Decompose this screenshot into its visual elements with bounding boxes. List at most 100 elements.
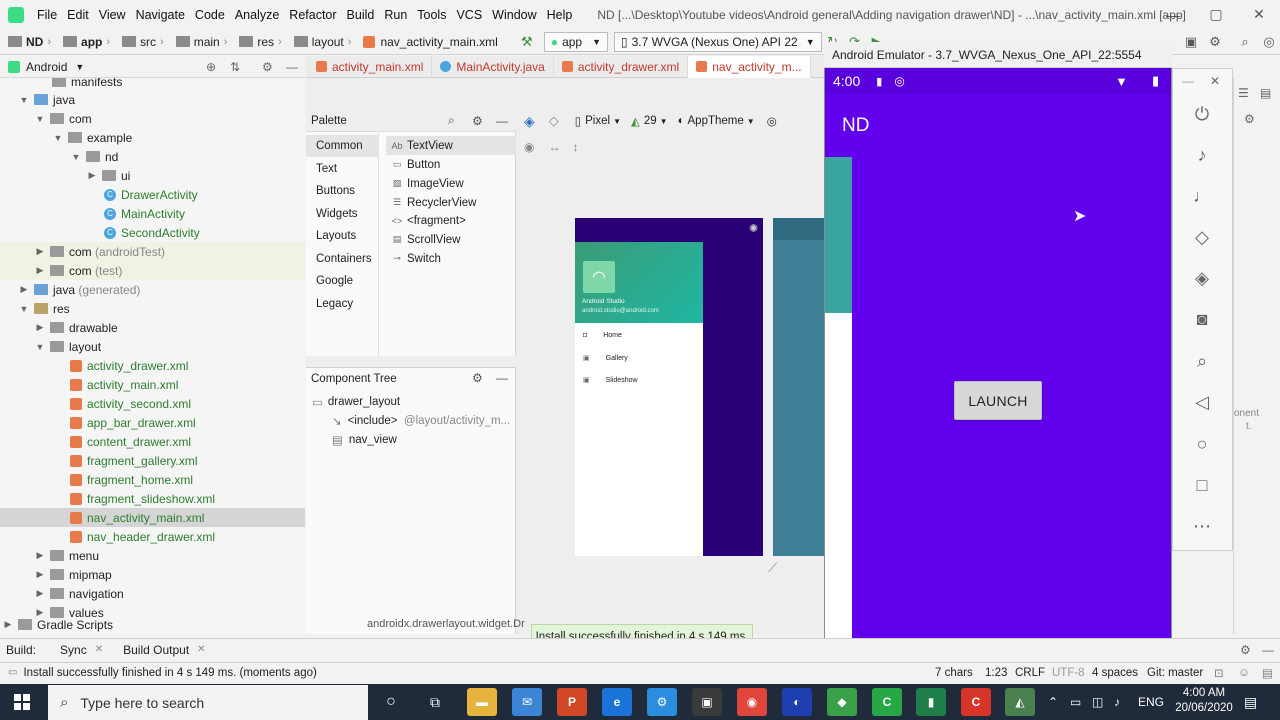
- tree-row-file[interactable]: activity_second.xml: [0, 394, 305, 413]
- build-output-tab[interactable]: Build Output: [117, 643, 195, 657]
- back-icon[interactable]: ◁: [1180, 384, 1224, 420]
- tree-row-gradle-scripts[interactable]: ▶ Gradle Scripts: [0, 615, 305, 634]
- tree-row-file[interactable]: nav_header_drawer.xml: [0, 527, 305, 546]
- chevron-down-icon[interactable]: ▼: [34, 342, 46, 352]
- tree-row-file[interactable]: activity_main.xml: [0, 375, 305, 394]
- sdk-manager-icon[interactable]: ▣: [1180, 31, 1202, 53]
- minimize-icon[interactable]: —: [1150, 0, 1196, 29]
- tree-row-example[interactable]: ▼ example: [0, 128, 305, 147]
- code-view-icon[interactable]: ☰: [1238, 86, 1249, 100]
- tree-row-navigation[interactable]: ▶ navigation: [0, 584, 305, 603]
- windows-start-icon[interactable]: [14, 694, 30, 710]
- tree-row-file[interactable]: activity_drawer.xml: [0, 356, 305, 375]
- chevron-right-icon[interactable]: ▶: [86, 170, 98, 181]
- expand-horizontal-icon[interactable]: ↔: [548, 140, 560, 154]
- avd-manager-icon[interactable]: ⚙: [1204, 31, 1226, 53]
- tree-row-ui[interactable]: ▶ ui: [0, 166, 305, 185]
- tree-row-java[interactable]: ▼ java: [0, 90, 305, 109]
- chevron-down-icon[interactable]: ▼: [18, 95, 30, 105]
- menu-build[interactable]: Build: [342, 8, 380, 22]
- chevron-right-icon[interactable]: ▶: [34, 588, 46, 599]
- locale-icon[interactable]: ◎: [767, 114, 777, 128]
- zoom-icon[interactable]: ⌕: [1180, 343, 1224, 379]
- settings-app-icon[interactable]: ⚙: [647, 688, 677, 716]
- tree-row-file[interactable]: content_drawer.xml: [0, 432, 305, 451]
- crumb-file[interactable]: nav_activity_main.xml: [355, 35, 501, 49]
- store-icon[interactable]: ▣: [692, 688, 722, 716]
- preview-menu-gallery[interactable]: ▣ Gallery: [583, 354, 628, 363]
- tree-row-nd[interactable]: ▼ nd: [0, 147, 305, 166]
- taskbar-search[interactable]: ⌕ Type here to search: [48, 685, 368, 720]
- chevron-down-icon[interactable]: ▼: [70, 152, 82, 162]
- tree-row-com[interactable]: ▼ com: [0, 109, 305, 128]
- app-icon-red[interactable]: C: [961, 688, 991, 716]
- tree-row-res[interactable]: ▼ res: [0, 299, 305, 318]
- palette-cat-common[interactable]: Common: [306, 135, 379, 157]
- edge-icon[interactable]: e: [602, 688, 632, 716]
- app-icon-green-2[interactable]: ▮: [916, 688, 946, 716]
- settings-gear-icon[interactable]: ⚙: [472, 114, 483, 128]
- menu-code[interactable]: Code: [190, 8, 230, 22]
- chevron-down-icon[interactable]: ▼: [34, 114, 46, 124]
- palette-cat-containers[interactable]: Containers: [306, 248, 379, 270]
- chevron-right-icon[interactable]: ▶: [34, 550, 46, 561]
- battery-icon[interactable]: ▭: [1070, 684, 1081, 720]
- crumb-layout[interactable]: layout ›: [286, 35, 356, 49]
- menu-run[interactable]: Run: [379, 8, 412, 22]
- home-icon[interactable]: ○: [1180, 426, 1224, 462]
- menu-navigate[interactable]: Navigate: [131, 8, 190, 22]
- device-select[interactable]: ▯ 3.7 WVGA (Nexus One) API 22 ▼: [614, 31, 822, 52]
- palette-cat-widgets[interactable]: Widgets: [306, 203, 379, 225]
- palette-item-fragment[interactable]: <> <fragment>: [386, 211, 516, 230]
- launch-button[interactable]: LAUNCH: [954, 381, 1042, 420]
- tree-row-com-androidtest[interactable]: ▶ com (androidTest): [0, 242, 305, 261]
- crumb-res[interactable]: res ›: [231, 35, 285, 49]
- menu-help[interactable]: Help: [542, 8, 578, 22]
- chevron-down-icon[interactable]: ▼: [18, 304, 30, 314]
- event-log-icon[interactable]: ▤: [1262, 666, 1273, 680]
- chevron-right-icon[interactable]: ▶: [34, 569, 46, 580]
- app-icon-green[interactable]: ◆: [827, 688, 857, 716]
- tree-row-com-test[interactable]: ▶ com (test): [0, 261, 305, 280]
- tree-row-java-generated[interactable]: ▶ java (generated): [0, 280, 305, 299]
- tab-activity-drawer-xml[interactable]: activity_drawer.xml: [554, 55, 689, 78]
- make-project-icon[interactable]: ⚒: [516, 31, 538, 53]
- status-line-separator[interactable]: CRLF: [1015, 667, 1045, 679]
- notification-icon[interactable]: ▤: [1244, 684, 1257, 720]
- tree-row-menu[interactable]: ▶ menu: [0, 546, 305, 565]
- menu-view[interactable]: View: [94, 8, 131, 22]
- search-icon[interactable]: ⌕: [448, 113, 455, 128]
- inspector-icon[interactable]: ☺: [1238, 667, 1250, 679]
- menu-tools[interactable]: Tools: [412, 8, 451, 22]
- volume-icon[interactable]: ♪: [1114, 684, 1120, 720]
- lock-icon[interactable]: ⊡: [1214, 666, 1224, 680]
- chevron-right-icon[interactable]: ▶: [34, 265, 46, 276]
- tree-row-file[interactable]: fragment_home.xml: [0, 470, 305, 489]
- chevron-down-icon[interactable]: ▼: [52, 133, 64, 143]
- task-view-icon[interactable]: ⧉: [420, 688, 450, 716]
- palette-cat-buttons[interactable]: Buttons: [306, 180, 379, 202]
- tree-row-main-activity[interactable]: C MainActivity: [0, 204, 305, 223]
- tab-main-activity-java[interactable]: MainActivity.java: [432, 55, 554, 78]
- tree-row-mipmap[interactable]: ▶ mipmap: [0, 565, 305, 584]
- volume-up-icon[interactable]: ♪: [1180, 137, 1224, 173]
- cortana-icon[interactable]: ○: [376, 688, 406, 716]
- palette-item-button[interactable]: ▭ Button: [386, 155, 516, 174]
- menu-edit[interactable]: Edit: [62, 8, 94, 22]
- chevron-right-icon[interactable]: ▶: [18, 284, 30, 295]
- tree-row-second-activity[interactable]: C SecondActivity: [0, 223, 305, 242]
- component-breadcrumb[interactable]: androidx.drawerlayout.widget.Dr: [367, 618, 525, 630]
- palette-cat-layouts[interactable]: Layouts: [306, 225, 379, 247]
- crumb-main[interactable]: main ›: [168, 35, 232, 49]
- camera-icon[interactable]: ◙: [1180, 301, 1224, 337]
- tree-row-file-selected[interactable]: nav_activity_main.xml: [0, 508, 305, 527]
- status-git-branch[interactable]: Git: master: [1147, 667, 1203, 679]
- settings-gear-icon[interactable]: ⚙: [1240, 643, 1251, 657]
- power-icon[interactable]: ⏻: [1180, 96, 1224, 132]
- locate-icon[interactable]: ⊕: [206, 60, 216, 74]
- api-level-select[interactable]: 29: [644, 115, 657, 127]
- palette-item-switch[interactable]: ⊸ Switch: [386, 249, 516, 268]
- component-include[interactable]: ↘ <include> @layout/activity_m...: [332, 411, 510, 430]
- palette-cat-text[interactable]: Text: [306, 158, 379, 180]
- crumb-src[interactable]: src ›: [114, 35, 168, 49]
